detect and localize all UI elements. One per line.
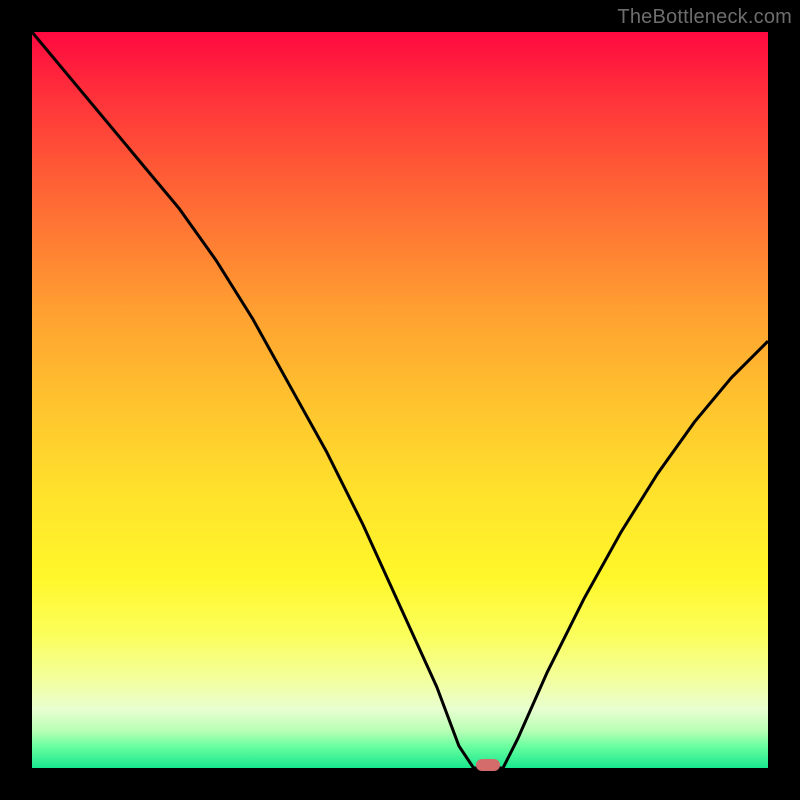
optimal-point-marker <box>476 759 500 771</box>
watermark-text: TheBottleneck.com <box>617 6 792 29</box>
chart-frame: TheBottleneck.com <box>0 0 800 800</box>
gradient-plot-area <box>32 32 768 768</box>
